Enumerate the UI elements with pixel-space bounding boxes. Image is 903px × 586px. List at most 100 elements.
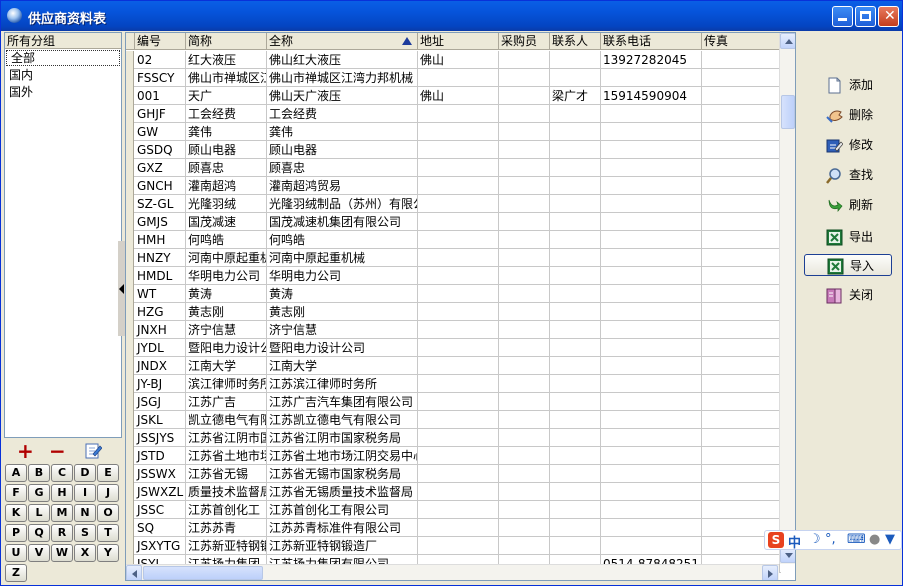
cell-full-name[interactable]: 华明电力公司	[267, 267, 418, 285]
letter-key-u[interactable]: U	[5, 544, 27, 562]
cell-phone[interactable]	[601, 195, 702, 213]
cell-full-name[interactable]: 顾喜忠	[267, 159, 418, 177]
cell-fax[interactable]	[702, 267, 780, 285]
cell-code[interactable]: GXZ	[135, 159, 186, 177]
row-header[interactable]	[126, 141, 134, 159]
cell-short-name[interactable]: 红大液压	[186, 51, 267, 69]
close-window-button[interactable]: ✕	[878, 6, 899, 27]
cell-code[interactable]: JSKL	[135, 411, 186, 429]
letter-key-r[interactable]: R	[51, 524, 73, 542]
minimize-button[interactable]	[832, 6, 853, 27]
row-header[interactable]	[126, 339, 134, 357]
row-header[interactable]	[126, 285, 134, 303]
cell-code[interactable]: GSDQ	[135, 141, 186, 159]
cell-address[interactable]	[418, 429, 499, 447]
row-header[interactable]	[126, 483, 134, 501]
cell-address[interactable]	[418, 267, 499, 285]
cell-contact[interactable]	[550, 483, 601, 501]
row-header[interactable]	[126, 519, 134, 537]
cell-buyer[interactable]	[499, 483, 550, 501]
cell-short-name[interactable]: 滨江律师时务所	[186, 375, 267, 393]
cell-full-name[interactable]: 光隆羽绒制品（苏州）有限公	[267, 195, 418, 213]
letter-key-w[interactable]: W	[51, 544, 73, 562]
table-row[interactable]: HMDL华明电力公司华明电力公司	[126, 267, 781, 285]
cell-full-name[interactable]: 河南中原起重机械	[267, 249, 418, 267]
cell-phone[interactable]	[601, 213, 702, 231]
cell-phone[interactable]	[601, 141, 702, 159]
cell-address[interactable]	[418, 159, 499, 177]
table-row[interactable]: HZG黄志刚黄志刚	[126, 303, 781, 321]
col-header-code[interactable]: 编号	[135, 33, 186, 50]
cell-full-name[interactable]: 江南大学	[267, 357, 418, 375]
cell-code[interactable]: HMH	[135, 231, 186, 249]
cell-fax[interactable]	[702, 213, 780, 231]
cell-fax[interactable]	[702, 375, 780, 393]
cell-contact[interactable]	[550, 285, 601, 303]
cell-contact[interactable]	[550, 357, 601, 375]
letter-key-l[interactable]: L	[28, 504, 50, 522]
cell-fax[interactable]	[702, 285, 780, 303]
cell-short-name[interactable]: 工会经费	[186, 105, 267, 123]
cell-full-name[interactable]: 龚伟	[267, 123, 418, 141]
table-row[interactable]: JSSC江苏首创化工江苏首创化工有限公司	[126, 501, 781, 519]
cell-code[interactable]: WT	[135, 285, 186, 303]
col-header-phone[interactable]: 联系电话	[601, 33, 702, 50]
row-header[interactable]	[126, 249, 134, 267]
cell-address[interactable]	[418, 123, 499, 141]
cell-contact[interactable]	[550, 159, 601, 177]
letter-key-v[interactable]: V	[28, 544, 50, 562]
cell-full-name[interactable]: 佛山红大液压	[267, 51, 418, 69]
row-header[interactable]	[126, 195, 134, 213]
cell-contact[interactable]	[550, 411, 601, 429]
find-button[interactable]: 查找	[804, 164, 892, 186]
cell-code[interactable]: FSSCY	[135, 69, 186, 87]
col-header-fax[interactable]: 传真	[702, 33, 780, 50]
cell-address[interactable]	[418, 339, 499, 357]
table-row[interactable]: JNXH济宁信慧济宁信慧	[126, 321, 781, 339]
cell-code[interactable]: JNXH	[135, 321, 186, 339]
cell-full-name[interactable]: 江苏新亚特钢锻造厂	[267, 537, 418, 555]
cell-phone[interactable]: 13927282045	[601, 51, 702, 69]
sogou-logo-icon[interactable]: S	[768, 532, 784, 548]
cell-phone[interactable]	[601, 411, 702, 429]
table-row[interactable]: HMH何鸣皓何鸣皓	[126, 231, 781, 249]
cell-address[interactable]	[418, 105, 499, 123]
cell-buyer[interactable]	[499, 231, 550, 249]
cell-full-name[interactable]: 佛山市禅城区江湾力邦机械	[267, 69, 418, 87]
cell-code[interactable]: JSSC	[135, 501, 186, 519]
cell-phone[interactable]	[601, 69, 702, 87]
table-row[interactable]: SQ江苏苏青江苏苏青标准件有限公司	[126, 519, 781, 537]
cell-code[interactable]: GHJF	[135, 105, 186, 123]
cell-address[interactable]	[418, 141, 499, 159]
letter-key-s[interactable]: S	[74, 524, 96, 542]
cell-full-name[interactable]: 江苏省江阴市国家税务局	[267, 429, 418, 447]
row-header[interactable]	[126, 375, 134, 393]
cell-contact[interactable]	[550, 231, 601, 249]
col-header-short-name[interactable]: 简称	[186, 33, 267, 50]
letter-key-n[interactable]: N	[74, 504, 96, 522]
cell-short-name[interactable]: 光隆羽绒	[186, 195, 267, 213]
horizontal-scroll-thumb[interactable]	[143, 566, 263, 580]
table-row[interactable]: 02红大液压佛山红大液压佛山13927282045	[126, 51, 781, 69]
cell-buyer[interactable]	[499, 375, 550, 393]
row-header[interactable]	[126, 105, 134, 123]
cell-fax[interactable]	[702, 141, 780, 159]
letter-key-p[interactable]: P	[5, 524, 27, 542]
cell-fax[interactable]	[702, 51, 780, 69]
vertical-scrollbar[interactable]	[779, 33, 796, 564]
letter-key-c[interactable]: C	[51, 464, 73, 482]
row-header[interactable]	[126, 159, 134, 177]
cell-short-name[interactable]: 天广	[186, 87, 267, 105]
row-header[interactable]	[126, 87, 134, 105]
cell-buyer[interactable]	[499, 159, 550, 177]
cell-full-name[interactable]: 江苏省土地市场江阴交易中心	[267, 447, 418, 465]
delete-button[interactable]: 删除	[804, 104, 892, 126]
export-button[interactable]: 导出	[804, 226, 892, 248]
category-item-foreign[interactable]: 国外	[5, 84, 121, 101]
row-header[interactable]	[126, 51, 134, 69]
cell-fax[interactable]	[702, 321, 780, 339]
cell-contact[interactable]	[550, 123, 601, 141]
cell-buyer[interactable]	[499, 411, 550, 429]
cell-buyer[interactable]	[499, 177, 550, 195]
cell-code[interactable]: GMJS	[135, 213, 186, 231]
